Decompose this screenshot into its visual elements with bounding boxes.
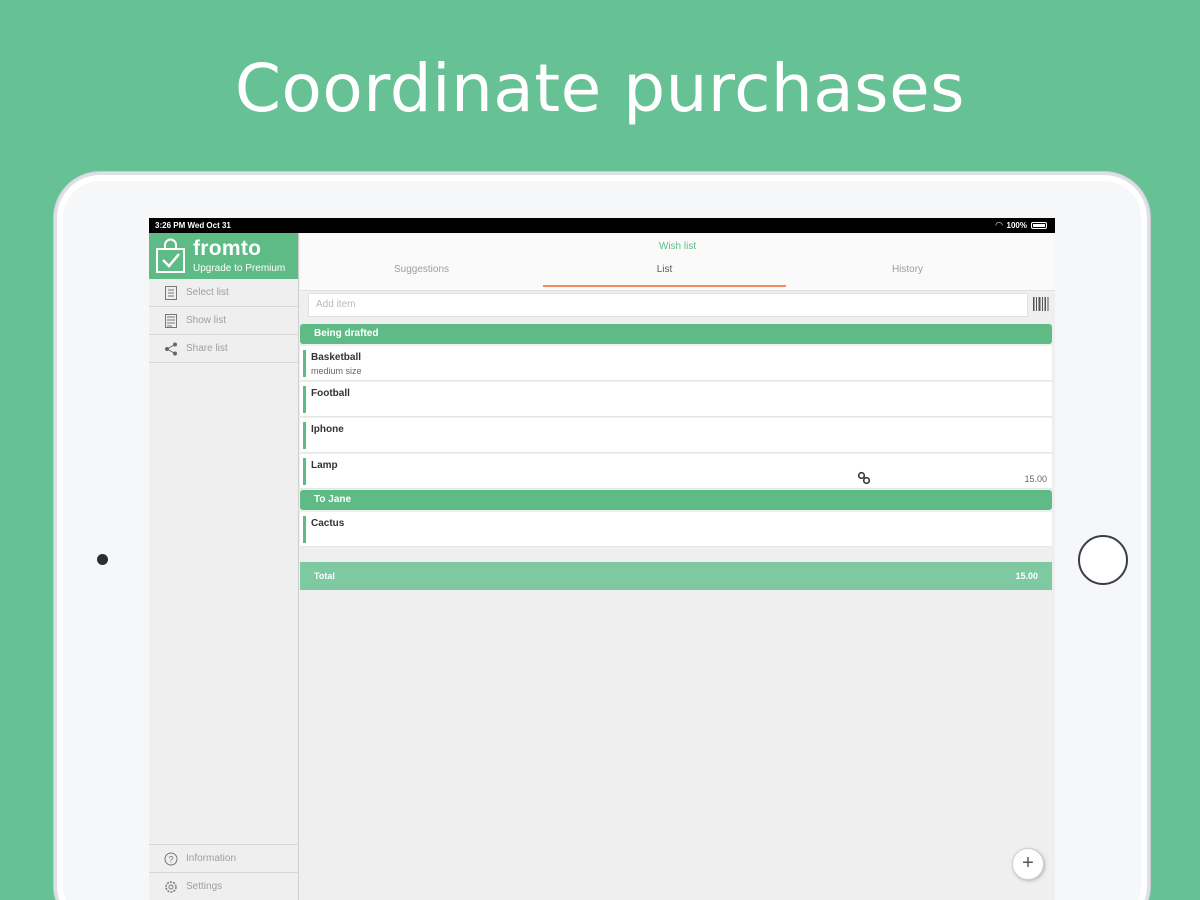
svg-text:?: ? bbox=[168, 854, 173, 864]
item-status-bar bbox=[303, 422, 306, 449]
list-title: Wish list bbox=[658, 241, 697, 252]
share-icon bbox=[163, 341, 179, 357]
sidebar-item-label: Share list bbox=[186, 343, 228, 354]
total-row: Total 15.00 bbox=[300, 562, 1052, 590]
sidebar-item-settings[interactable]: Settings bbox=[149, 872, 298, 900]
item-name: Basketball bbox=[311, 352, 362, 363]
app-screen: 3:26 PM Wed Oct 31 ◠ 100% fromto Upgrade… bbox=[149, 218, 1055, 900]
item-name: Lamp bbox=[311, 460, 338, 471]
tab-suggestions[interactable]: Suggestions bbox=[300, 261, 543, 287]
section-header[interactable]: To Jane bbox=[300, 490, 1052, 510]
tab-list[interactable]: List bbox=[543, 261, 786, 287]
section-header[interactable]: Being drafted bbox=[300, 324, 1052, 344]
wifi-icon: ◠ bbox=[995, 220, 1003, 230]
item-description: medium size bbox=[311, 366, 362, 376]
total-label: Total bbox=[314, 571, 335, 581]
sidebar-item-label: Settings bbox=[186, 881, 223, 892]
shopping-bag-icon bbox=[156, 238, 185, 273]
sidebar-item-show-list[interactable]: Show list bbox=[149, 307, 298, 335]
sidebar-item-share-list[interactable]: Share list bbox=[149, 335, 298, 363]
add-item-input[interactable]: Add item bbox=[308, 293, 1028, 317]
sidebar-item-label: Select list bbox=[186, 287, 229, 298]
barcode-icon[interactable] bbox=[1032, 295, 1050, 313]
home-button[interactable] bbox=[1078, 535, 1128, 585]
status-right: ◠ 100% bbox=[996, 218, 1047, 233]
item-status-bar bbox=[303, 458, 306, 485]
document-icon bbox=[163, 313, 179, 329]
gear-icon bbox=[163, 879, 179, 895]
sidebar: fromto Upgrade to Premium Select list Sh… bbox=[149, 233, 299, 900]
total-value: 15.00 bbox=[1015, 571, 1038, 581]
sidebar-item-information[interactable]: ? Information bbox=[149, 844, 298, 872]
list-item[interactable]: Lamp 15.00 bbox=[300, 454, 1052, 489]
tab-bar: Suggestions List History bbox=[300, 261, 1055, 287]
sidebar-bottom: ? Information Settings bbox=[149, 844, 298, 900]
item-name: Football bbox=[311, 388, 350, 399]
item-status-bar bbox=[303, 386, 306, 413]
item-status-bar bbox=[303, 516, 306, 543]
item-name: Cactus bbox=[311, 518, 345, 529]
list-item[interactable]: Football bbox=[300, 382, 1052, 417]
top-bar: Wish list Suggestions List History bbox=[300, 233, 1055, 291]
main-panel: Wish list Suggestions List History Add i… bbox=[300, 233, 1055, 900]
help-icon: ? bbox=[163, 851, 179, 867]
headline: Coordinate purchases bbox=[234, 50, 966, 127]
link-icon[interactable] bbox=[857, 471, 871, 485]
item-name: Iphone bbox=[311, 424, 344, 435]
sidebar-item-label: Information bbox=[186, 853, 237, 864]
upgrade-link[interactable]: Upgrade to Premium bbox=[193, 263, 285, 274]
status-time: 3:26 PM Wed Oct 31 bbox=[155, 221, 231, 230]
battery-icon bbox=[1031, 222, 1047, 229]
list-item[interactable]: Basketball medium size bbox=[300, 346, 1052, 381]
status-bar: 3:26 PM Wed Oct 31 ◠ 100% bbox=[149, 218, 1055, 233]
sidebar-item-label: Show list bbox=[186, 315, 227, 326]
item-price: 15.00 bbox=[1024, 474, 1047, 484]
camera-dot bbox=[97, 554, 108, 565]
brand-name: fromto bbox=[193, 237, 262, 260]
item-status-bar bbox=[303, 350, 306, 377]
sidebar-item-select-list[interactable]: Select list bbox=[149, 279, 298, 307]
add-button[interactable]: + bbox=[1012, 848, 1044, 880]
brand-header[interactable]: fromto Upgrade to Premium bbox=[149, 233, 298, 279]
list-icon bbox=[163, 285, 179, 301]
battery-percent: 100% bbox=[1006, 221, 1027, 230]
list-item[interactable]: Cactus bbox=[300, 512, 1052, 547]
list-item[interactable]: Iphone bbox=[300, 418, 1052, 453]
tab-history[interactable]: History bbox=[786, 261, 1029, 287]
